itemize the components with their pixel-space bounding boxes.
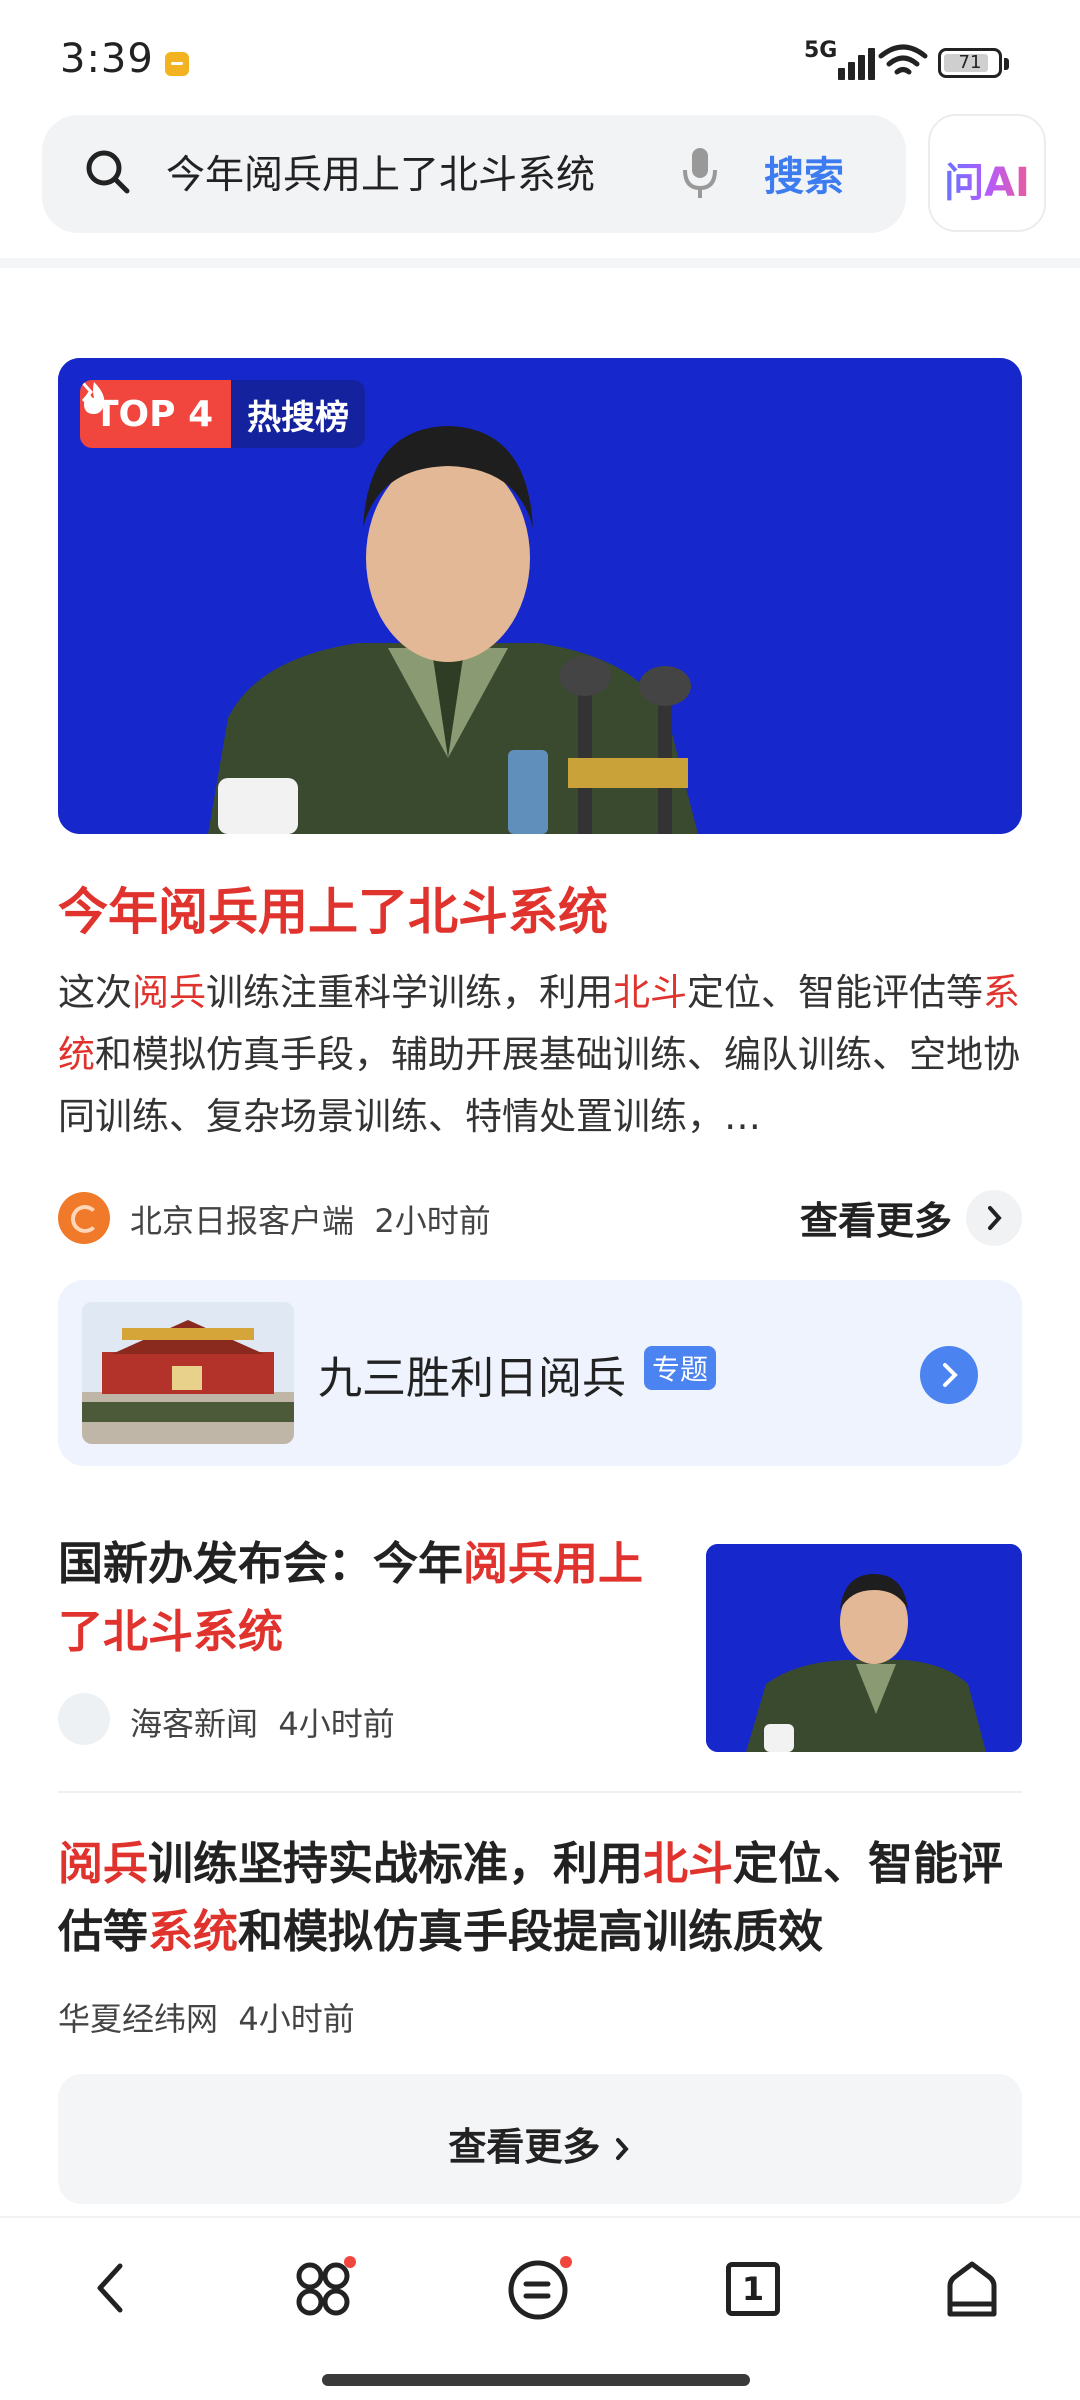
see-more-button[interactable]: 查看更多 bbox=[58, 2074, 1022, 2204]
ask-ai-label: 问AI bbox=[930, 150, 1044, 208]
see-more-link[interactable]: 查看更多 bbox=[800, 1190, 952, 1245]
ask-ai-button[interactable]: 问AI bbox=[928, 114, 1046, 232]
tabs-icon[interactable]: 1 bbox=[726, 2262, 780, 2316]
home-indicator[interactable] bbox=[322, 2374, 750, 2386]
search-icon[interactable] bbox=[82, 146, 134, 198]
main-source[interactable]: 北京日报客户端 2小时前 bbox=[130, 1196, 491, 1242]
see-more-text: 查看更多 bbox=[448, 2125, 601, 2169]
beijing-daily-logo bbox=[58, 1192, 110, 1244]
haike-news-logo bbox=[58, 1693, 110, 1745]
summary-segment: 定位、智能评估等 bbox=[687, 971, 983, 1014]
article2-title[interactable]: 国新办发布会：今年阅兵用上了北斗系统 bbox=[58, 1530, 658, 1666]
source-time: 4小时前 bbox=[238, 2000, 355, 2038]
source-time: 2小时前 bbox=[374, 1202, 491, 1240]
battery-level: 71 bbox=[958, 52, 982, 73]
rank-label: TOP 4 bbox=[94, 393, 214, 435]
home-icon[interactable] bbox=[942, 2252, 1002, 2324]
message-icon[interactable] bbox=[502, 2252, 578, 2324]
source-name: 海客新闻 bbox=[130, 1705, 259, 1743]
board-label: 热搜榜 bbox=[247, 397, 350, 438]
article2-thumbnail[interactable] bbox=[706, 1544, 1022, 1752]
topic-card[interactable]: 九三胜利日阅兵 专题 bbox=[58, 1280, 1022, 1466]
main-summary[interactable]: 这次阅兵训练注重科学训练，利用北斗定位、智能评估等系统和模拟仿真手段，辅助开展基… bbox=[58, 962, 1022, 1148]
topic-arrow-button[interactable] bbox=[920, 1346, 978, 1404]
main-headline[interactable]: 今年阅兵用上了北斗系统 bbox=[58, 872, 608, 944]
article2-source[interactable]: 海客新闻 4小时前 bbox=[130, 1699, 395, 1745]
chevron-right-icon bbox=[615, 2138, 629, 2160]
article-separator bbox=[58, 1791, 1022, 1793]
network-type: 5G bbox=[804, 38, 838, 63]
battery-tip bbox=[1004, 58, 1009, 70]
microphone-icon[interactable] bbox=[680, 146, 720, 202]
chevron-right-icon bbox=[988, 1206, 1002, 1230]
topic-tag: 专题 bbox=[644, 1346, 717, 1390]
rank-badge: TOP 4 bbox=[80, 380, 232, 448]
main-source-row: 北京日报客户端 2小时前 查看更多 bbox=[58, 1190, 1022, 1246]
summary-segment: 训练注重科学训练，利用 bbox=[206, 971, 613, 1014]
article3-source[interactable]: 华夏经纬网 4小时前 bbox=[58, 1994, 355, 2040]
search-input[interactable]: 今年阅兵用上了北斗系统 bbox=[166, 144, 595, 200]
source-name: 北京日报客户端 bbox=[130, 1202, 355, 1240]
source-name: 华夏经纬网 bbox=[58, 2000, 219, 2038]
wifi-icon bbox=[878, 44, 928, 75]
article3-title-segment: 北斗 bbox=[643, 1837, 734, 1890]
chevron-right-icon bbox=[81, 382, 94, 402]
tiananmen-image bbox=[82, 1302, 294, 1444]
see-more-arrow[interactable] bbox=[966, 1190, 1022, 1246]
article3-title-segment: 阅兵 bbox=[58, 1837, 149, 1890]
header-divider bbox=[0, 258, 1080, 268]
article3-title-segment: 系统 bbox=[148, 1905, 239, 1958]
summary-segment: 和模拟仿真手段，辅助开展基础训练、编队训练、空地协同训练、复杂场景训练、特情处置… bbox=[58, 1033, 1020, 1138]
message-notification-icon bbox=[165, 52, 189, 76]
hero-image[interactable]: TOP 4 热搜榜 bbox=[58, 358, 1022, 834]
hot-board-label[interactable]: 热搜榜 bbox=[81, 380, 366, 448]
hot-search-badge[interactable]: TOP 4 热搜榜 bbox=[80, 380, 366, 448]
see-more-button-label: 查看更多 bbox=[58, 2116, 1022, 2171]
chevron-right-icon bbox=[943, 1363, 958, 1387]
bottom-nav-divider bbox=[0, 2216, 1080, 2218]
topic-title: 九三胜利日阅兵 bbox=[318, 1353, 626, 1404]
back-icon[interactable] bbox=[84, 2252, 140, 2324]
summary-segment: 这次 bbox=[58, 971, 132, 1014]
summary-segment: 北斗 bbox=[613, 971, 687, 1014]
battery-icon: 71 bbox=[938, 48, 1002, 78]
status-time: 3:39 bbox=[60, 36, 154, 82]
source-time: 4小时前 bbox=[278, 1705, 395, 1743]
summary-segment: 阅兵 bbox=[132, 971, 206, 1014]
article3-title-segment: 训练坚持实战标准，利用 bbox=[148, 1837, 644, 1890]
article3-title[interactable]: 阅兵训练坚持实战标准，利用北斗定位、智能评估等系统和模拟仿真手段提高训练质效 bbox=[58, 1830, 1022, 1966]
search-button[interactable]: 搜索 bbox=[764, 144, 844, 202]
apps-icon[interactable] bbox=[286, 2252, 362, 2324]
article3-title-segment: 和模拟仿真手段提高训练质效 bbox=[238, 1905, 824, 1958]
article2-title-text: 国新办发布会：今年 bbox=[58, 1537, 464, 1590]
